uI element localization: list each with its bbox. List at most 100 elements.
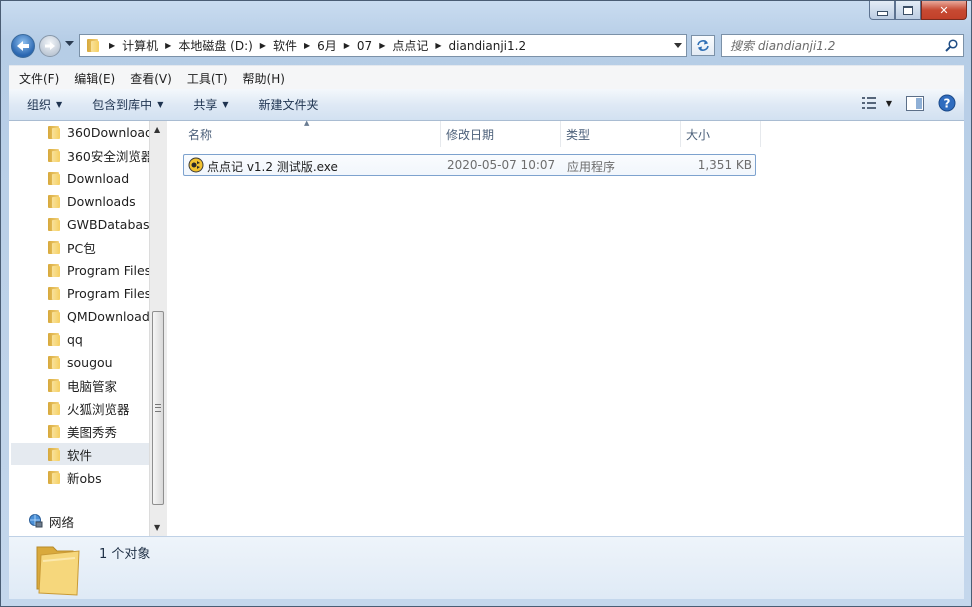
include-in-library-label: 包含到库中 [92, 98, 153, 112]
nav-item-pc-bao[interactable]: PC包 [47, 236, 96, 258]
forward-button[interactable] [39, 35, 61, 57]
view-options-button[interactable]: ▼ [861, 97, 892, 109]
nav-item-label: GWBDatabase [67, 216, 158, 232]
menu-edit[interactable]: 编辑(E) [69, 70, 120, 87]
nav-item-label: Downloads [67, 193, 136, 209]
maximize-button[interactable] [895, 1, 921, 20]
organize-label: 组织 [27, 98, 52, 112]
include-in-library-button[interactable]: 包含到库中 ▼ [74, 96, 175, 113]
preview-pane-icon[interactable] [906, 95, 924, 111]
app-exe-icon [188, 157, 204, 173]
address-dropdown-icon[interactable] [674, 43, 682, 48]
nav-item-network[interactable]: 网络 [27, 511, 74, 531]
minimize-icon [876, 10, 888, 16]
organize-button[interactable]: 组织 ▼ [9, 96, 74, 113]
nav-item-software[interactable]: 软件 [11, 443, 151, 465]
folder-icon [47, 447, 61, 461]
menu-tools[interactable]: 工具(T) [182, 70, 233, 87]
scroll-thumb[interactable] [152, 311, 164, 505]
folder-large-icon [36, 546, 80, 596]
arrow-left-icon [17, 41, 29, 51]
close-button[interactable]: ✕ [921, 1, 967, 20]
nav-item-360browser[interactable]: 360安全浏览器 [47, 144, 153, 166]
menu-file[interactable]: 文件(F) [14, 70, 64, 87]
minimize-button[interactable] [869, 1, 895, 20]
nav-item-firefox[interactable]: 火狐浏览器 [47, 397, 130, 419]
folder-icon [47, 355, 61, 369]
nav-item-program-files-x86[interactable]: Program Files [47, 282, 151, 304]
breadcrumb-diandianji[interactable]: 点点记 [388, 35, 432, 56]
share-button[interactable]: 共享 ▼ [175, 96, 240, 113]
column-header-name[interactable]: 名称 [183, 121, 441, 147]
file-row[interactable]: 点点记 v1.2 测试版.exe 2020-05-07 10:07 应用程序 1… [183, 154, 756, 176]
details-pane: 1 个对象 [9, 536, 964, 599]
menu-help[interactable]: 帮助(H) [238, 70, 290, 87]
chevron-down-icon: ▼ [56, 100, 63, 109]
chevron-right-icon[interactable]: ▶ [106, 41, 118, 50]
folder-icon [47, 309, 61, 323]
nav-item-label: 新obs [67, 470, 102, 486]
folder-icon [47, 424, 61, 438]
refresh-button[interactable] [691, 35, 715, 56]
chevron-right-icon[interactable]: ▶ [301, 41, 313, 50]
nav-item-label: 火狐浏览器 [67, 401, 130, 417]
menu-view[interactable]: 查看(V) [125, 70, 177, 87]
breadcrumb-computer[interactable]: 计算机 [118, 35, 162, 56]
breadcrumb-drive[interactable]: 本地磁盘 (D:) [174, 35, 256, 56]
nav-item-label: Program Files [67, 262, 152, 278]
nav-item-program-files[interactable]: Program Files [47, 259, 151, 281]
nav-item-label: 软件 [67, 447, 93, 463]
recent-pages-dropdown[interactable] [65, 41, 74, 47]
breadcrumb-current[interactable]: diandianji1.2 [445, 35, 531, 56]
file-type: 应用程序 [567, 160, 616, 174]
chevron-right-icon[interactable]: ▶ [162, 41, 174, 50]
chevron-right-icon[interactable]: ▶ [341, 41, 353, 50]
nav-item-qq[interactable]: qq [47, 328, 83, 350]
nav-item-360download[interactable]: 360Download [47, 121, 153, 143]
content-area: 360Download 360安全浏览器 Download Downloads … [9, 119, 964, 536]
address-row: ▶ 计算机 ▶ 本地磁盘 (D:) ▶ 软件 ▶ 6月 ▶ 07 ▶ 点点记 ▶… [1, 31, 971, 63]
help-icon[interactable]: ? [938, 94, 956, 112]
nav-item-label: PC包 [67, 240, 96, 256]
breadcrumb-june[interactable]: 6月 [313, 35, 341, 56]
nav-item-label: 美图秀秀 [67, 424, 118, 440]
nav-item-gwbdatabase[interactable]: GWBDatabase [47, 213, 157, 235]
file-modified: 2020-05-07 10:07 [447, 158, 556, 172]
column-header-size[interactable]: 大小 [681, 121, 761, 147]
chevron-right-icon[interactable]: ▶ [432, 41, 444, 50]
search-input[interactable] [730, 37, 940, 54]
new-folder-button[interactable]: 新建文件夹 [241, 96, 331, 113]
back-button[interactable] [11, 34, 35, 58]
file-list: ▲ 名称 修改日期 类型 大小 点点记 v1.2 测试版.exe 2020-05… [169, 119, 964, 536]
new-folder-label: 新建文件夹 [258, 98, 319, 112]
command-bar: 组织 ▼ 包含到库中 ▼ 共享 ▼ 新建文件夹 ▼ ? [9, 89, 964, 121]
column-header-modified[interactable]: 修改日期 [441, 121, 561, 147]
nav-item-meitu[interactable]: 美图秀秀 [47, 420, 117, 442]
column-header-type[interactable]: 类型 [561, 121, 681, 147]
nav-item-qmdownload[interactable]: QMDownload [47, 305, 150, 327]
file-size: 1,351 KB [697, 158, 752, 172]
scroll-up-icon[interactable]: ▲ [154, 125, 160, 134]
nav-item-new-obs[interactable]: 新obs [47, 466, 102, 488]
arrow-right-icon [45, 42, 55, 50]
nav-item-downloads[interactable]: Downloads [47, 190, 136, 212]
nav-item-sougou[interactable]: sougou [47, 351, 113, 373]
chevron-right-icon[interactable]: ▶ [376, 41, 388, 50]
breadcrumb-07[interactable]: 07 [353, 35, 376, 56]
breadcrumb-software[interactable]: 软件 [269, 35, 301, 56]
address-bar[interactable]: ▶ 计算机 ▶ 本地磁盘 (D:) ▶ 软件 ▶ 6月 ▶ 07 ▶ 点点记 ▶… [79, 34, 687, 57]
scroll-down-icon[interactable]: ▼ [154, 523, 160, 532]
nav-item-download[interactable]: Download [47, 167, 129, 189]
title-bar[interactable]: ✕ [1, 1, 971, 31]
folder-icon [47, 470, 61, 484]
nav-item-label: QMDownload [67, 308, 150, 324]
nav-item-label: Download [67, 170, 130, 186]
nav-item-pc-manager[interactable]: 电脑管家 [47, 374, 117, 396]
folder-icon [47, 378, 61, 392]
nav-scrollbar[interactable]: ▲ ▼ [149, 121, 167, 536]
search-icon[interactable] [945, 39, 958, 52]
chevron-right-icon[interactable]: ▶ [257, 41, 269, 50]
nav-item-label: 360Download [67, 124, 153, 140]
network-icon [29, 514, 43, 528]
nav-item-label: 电脑管家 [67, 378, 118, 394]
